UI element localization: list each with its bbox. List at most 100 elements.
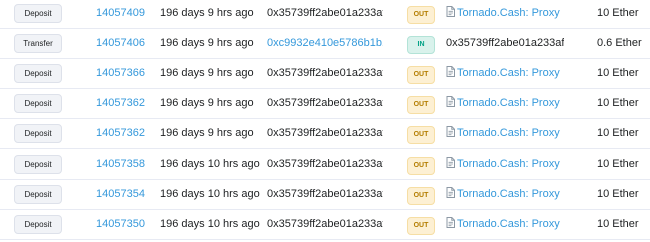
from-address: 0x35739ff2abe01a233af... (267, 127, 383, 139)
direction-cell: IN (407, 28, 437, 58)
value-cell: 10 Ether (597, 97, 639, 109)
block-link[interactable]: 14057362 (96, 97, 145, 109)
method-cell: Deposit (14, 0, 76, 28)
to-address-link[interactable]: Tornado.Cash: Proxy (457, 188, 560, 200)
direction-cell: OUT (407, 88, 437, 118)
to-address-link[interactable]: Tornado.Cash: Proxy (457, 158, 560, 170)
table-row: Deposit 14057362 196 days 9 hrs ago 0x35… (0, 118, 650, 149)
direction-cell: OUT (407, 209, 437, 239)
method-badge[interactable]: Deposit (14, 215, 62, 234)
from-address: 0x35739ff2abe01a233af... (267, 67, 383, 79)
block-cell: 14057362 (96, 118, 154, 148)
age-cell: 196 days 10 hrs ago (160, 158, 260, 170)
table-row: Deposit 14057362 196 days 9 hrs ago 0x35… (0, 88, 650, 119)
document-icon (446, 6, 455, 17)
direction-cell: OUT (407, 0, 437, 28)
block-link[interactable]: 14057358 (96, 158, 145, 170)
block-link[interactable]: 14057350 (96, 218, 145, 230)
direction-cell: OUT (407, 149, 437, 179)
table-row: Transfer 14057406 196 days 9 hrs ago 0xc… (0, 28, 650, 59)
from-address: 0x35739ff2abe01a233af... (267, 218, 383, 230)
method-cell: Deposit (14, 88, 76, 118)
value-cell: 10 Ether (597, 67, 639, 79)
age-cell: 196 days 9 hrs ago (160, 67, 254, 79)
table-row: Deposit 14057354 196 days 10 hrs ago 0x3… (0, 179, 650, 210)
to-address: 0x35739ff2abe01a233af... (446, 37, 564, 49)
block-cell: 14057366 (96, 58, 154, 88)
value-cell: 10 Ether (597, 7, 639, 19)
block-link[interactable]: 14057409 (96, 7, 145, 19)
from-address: 0x35739ff2abe01a233af... (267, 158, 383, 170)
block-cell: 14057350 (96, 209, 154, 239)
method-badge[interactable]: Deposit (14, 94, 62, 113)
to-cell: Tornado.Cash: Proxy (446, 118, 564, 148)
transactions-table: Deposit 14057409 196 days 9 hrs ago 0x35… (0, 0, 650, 242)
method-cell: Deposit (14, 118, 76, 148)
age-cell: 196 days 10 hrs ago (160, 188, 260, 200)
block-cell: 14057362 (96, 88, 154, 118)
block-link[interactable]: 14057362 (96, 127, 145, 139)
block-link[interactable]: 14057366 (96, 67, 145, 79)
block-cell: 14057406 (96, 28, 154, 58)
to-cell: Tornado.Cash: Proxy (446, 58, 564, 88)
from-address: 0x35739ff2abe01a233af... (267, 7, 383, 19)
age-cell: 196 days 9 hrs ago (160, 127, 254, 139)
block-cell: 14057409 (96, 0, 154, 28)
age-cell: 196 days 9 hrs ago (160, 7, 254, 19)
to-address-link[interactable]: Tornado.Cash: Proxy (457, 218, 560, 230)
document-icon (446, 187, 455, 198)
value-cell: 10 Ether (597, 188, 639, 200)
from-cell: 0xc9932e410e5786b1b1... (267, 28, 383, 58)
to-cell: Tornado.Cash: Proxy (446, 88, 564, 118)
direction-badge: OUT (407, 126, 435, 144)
method-badge[interactable]: Deposit (14, 185, 62, 204)
to-address-link[interactable]: Tornado.Cash: Proxy (457, 127, 560, 139)
direction-badge: OUT (407, 157, 435, 175)
method-cell: Deposit (14, 179, 76, 209)
from-address: 0x35739ff2abe01a233af... (267, 188, 383, 200)
direction-cell: OUT (407, 118, 437, 148)
method-badge[interactable]: Deposit (14, 155, 62, 174)
value-cell: 0.6 Ether (597, 37, 642, 49)
direction-badge: IN (407, 36, 435, 54)
table-row: Deposit 14057350 196 days 10 hrs ago 0x3… (0, 209, 650, 240)
method-cell: Deposit (14, 209, 76, 239)
value-cell: 10 Ether (597, 127, 639, 139)
block-link[interactable]: 14057406 (96, 37, 145, 49)
document-icon (446, 96, 455, 107)
method-badge[interactable]: Deposit (14, 64, 62, 83)
direction-badge: OUT (407, 6, 435, 24)
document-icon (446, 217, 455, 228)
method-badge[interactable]: Deposit (14, 4, 62, 23)
value-cell: 10 Ether (597, 218, 639, 230)
to-cell: Tornado.Cash: Proxy (446, 179, 564, 209)
table-row: Deposit 14057366 196 days 9 hrs ago 0x35… (0, 58, 650, 89)
method-cell: Deposit (14, 58, 76, 88)
value-cell: 10 Ether (597, 158, 639, 170)
direction-cell: OUT (407, 179, 437, 209)
to-address-link[interactable]: Tornado.Cash: Proxy (457, 97, 560, 109)
table-row: Deposit 14057358 196 days 10 hrs ago 0x3… (0, 149, 650, 180)
document-icon (446, 157, 455, 168)
to-cell: Tornado.Cash: Proxy (446, 0, 564, 28)
to-cell: Tornado.Cash: Proxy (446, 209, 564, 239)
age-cell: 196 days 9 hrs ago (160, 97, 254, 109)
direction-badge: OUT (407, 217, 435, 235)
from-address: 0x35739ff2abe01a233af... (267, 97, 383, 109)
from-address-link[interactable]: 0xc9932e410e5786b1b1... (267, 37, 383, 49)
direction-badge: OUT (407, 96, 435, 114)
document-icon (446, 66, 455, 77)
method-badge[interactable]: Transfer (14, 34, 62, 53)
to-address-link[interactable]: Tornado.Cash: Proxy (457, 67, 560, 79)
document-icon (446, 126, 455, 137)
direction-cell: OUT (407, 58, 437, 88)
age-cell: 196 days 10 hrs ago (160, 218, 260, 230)
method-badge[interactable]: Deposit (14, 124, 62, 143)
direction-badge: OUT (407, 187, 435, 205)
table-row: Deposit 14057409 196 days 9 hrs ago 0x35… (0, 0, 650, 29)
block-link[interactable]: 14057354 (96, 188, 145, 200)
to-address-link[interactable]: Tornado.Cash: Proxy (457, 7, 560, 19)
method-cell: Deposit (14, 149, 76, 179)
to-cell: Tornado.Cash: Proxy (446, 149, 564, 179)
method-cell: Transfer (14, 28, 76, 58)
